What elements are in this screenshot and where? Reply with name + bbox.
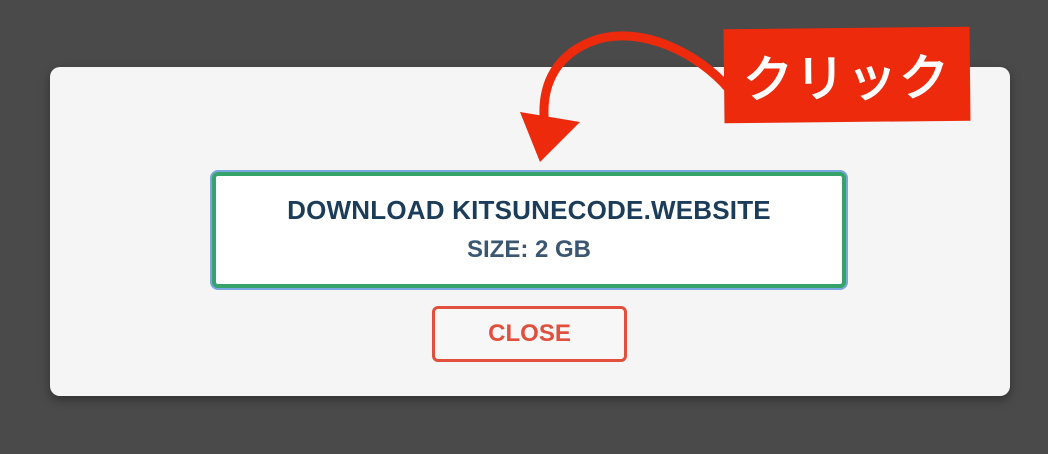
close-button[interactable]: CLOSE [432, 306, 627, 362]
download-size-label: SIZE: 2 GB [466, 236, 592, 263]
click-annotation-label: クリック [723, 26, 971, 124]
download-button[interactable]: DOWNLOAD KITSUNECODE.WEBSITE SIZE: 2 GB [212, 172, 846, 288]
download-button-title: DOWNLOAD KITSUNECODE.WEBSITE [287, 195, 771, 225]
screen: DOWNLOAD KITSUNECODE.WEBSITE SIZE: 2 GB … [0, 0, 1048, 454]
